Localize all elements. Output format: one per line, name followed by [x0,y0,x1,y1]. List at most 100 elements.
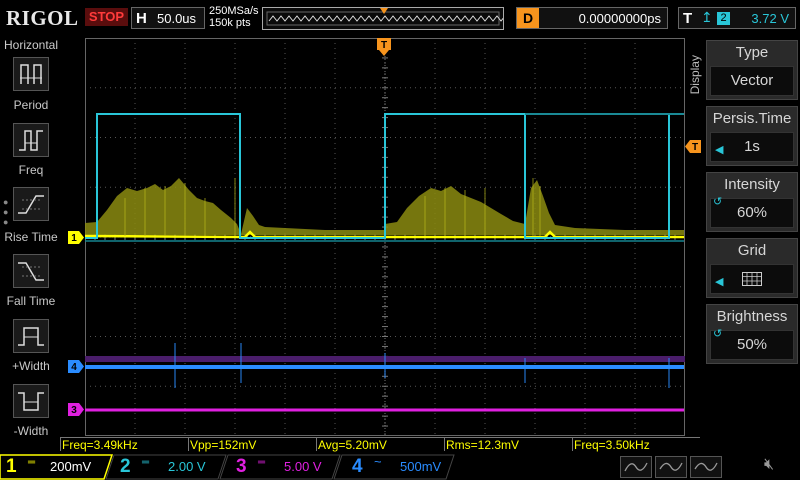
waveform-display[interactable] [85,38,685,436]
brand-logo: RIGOL [6,6,79,30]
grid-title: Grid [737,242,767,259]
channel-3-button[interactable]: 3 ═ 5.00 V [236,455,336,479]
channel-2-number: 2 [120,456,131,477]
trigger-position-marker[interactable]: T [377,38,391,56]
brightness-softkey[interactable]: Brightness 50% ↺ [706,304,798,364]
math-button[interactable] [620,456,652,478]
brightness-title: Brightness [716,308,788,325]
left-triangle-icon: ◀ [715,144,724,156]
period-label: Period [13,98,49,112]
pos-width-icon [18,327,44,346]
channel-1-scale: 200mV [50,459,92,474]
fall-time-label: Fall Time [6,294,56,308]
freq-label: Freq [18,163,44,177]
channel-2-button[interactable]: 2 ═ 2.00 V [120,455,220,479]
fall-time-button[interactable] [13,254,49,288]
dc-coupling-icon: ═ [258,457,266,468]
decode-button[interactable] [690,456,722,478]
trigger-label: T [683,10,693,27]
acquisition-info: 250MSa/s 150k pts [209,5,259,29]
trigger-level-marker[interactable]: T [685,140,701,153]
waveform-overview[interactable] [262,7,510,30]
svg-text:1: 1 [71,233,77,244]
sound-muted-icon[interactable]: 🔇︎ [764,456,774,474]
intensity-softkey[interactable]: Intensity 60% ↺ [706,172,798,232]
left-triangle-icon: ◀ [715,276,724,288]
horizontal-timebase-box[interactable]: H 50.0us [131,7,205,29]
channel-3-number: 3 [236,456,247,477]
rising-edge-icon: ↥ [701,9,713,25]
intensity-title: Intensity [724,176,780,193]
neg-width-label: -Width [13,424,49,438]
freq-button[interactable] [13,123,49,157]
decode-wave-icon [694,462,718,471]
display-type-value: Vector [710,66,794,96]
channel-4-number: 4 [352,456,363,477]
channel-1-number: 1 [6,456,17,477]
freq-icon [19,130,43,151]
horizontal-label: H [136,10,147,27]
channel-3-scale: 5.00 V [284,459,322,474]
measurement-item[interactable]: Freq=3.50kHz [572,437,700,452]
sample-rate: 250MSa/s [209,5,259,17]
persistence-time-title: Persis.Time [712,110,792,127]
full-grid-icon [742,272,762,287]
brightness-value: 50% [710,330,794,360]
timebase-value: 50.0us [157,11,197,26]
display-type-title: Type [735,44,769,61]
measure-menu: Horizontal Period Freq ● ● ● Rise Time Fal… [0,37,62,438]
menu-page-dots: ● ● ● [3,197,9,227]
ch1-ground-marker[interactable]: 1 [68,231,84,244]
ref-button[interactable] [655,456,687,478]
pos-width-label: +Width [12,359,50,373]
top-status-bar: RIGOL STOP H 50.0us 250MSa/s 150k pts D … [0,0,800,37]
trigger-source: 2 [717,12,730,25]
measurement-item[interactable]: Freq=3.49kHz [60,437,188,452]
persistence-time-softkey[interactable]: Persis.Time 1s ◀ [706,106,798,166]
measurement-bar: Freq=3.49kHz Vpp=152mV Avg=5.20mV Rms=12… [60,437,700,452]
delay-label: D [517,8,539,28]
rotary-knob-icon: ↺ [713,196,723,208]
rise-time-label: Rise Time [4,230,58,244]
measurement-item[interactable]: Avg=5.20mV [316,437,444,452]
grid-softkey[interactable]: Grid ◀ [706,238,798,298]
svg-text:4: 4 [71,362,77,373]
channel-2-scale: 2.00 V [168,459,206,474]
measurement-item[interactable]: Vpp=152mV [188,437,316,452]
delay-box[interactable]: D 0.00000000ps [516,7,668,29]
channel-4-button[interactable]: 4 ~ 500mV [352,455,452,479]
period-icon [20,64,42,84]
rotary-knob-icon: ↺ [713,328,723,340]
ref-wave-icon [659,462,683,471]
measurement-item[interactable]: Rms=12.3mV [444,437,572,452]
dc-coupling-icon: ═ [142,457,150,468]
rise-time-button[interactable] [13,187,49,221]
math-wave-icon [624,462,648,472]
ch4-ground-marker[interactable]: 4 [68,360,84,373]
neg-width-button[interactable] [13,384,49,418]
pos-width-button[interactable] [13,319,49,353]
waveform-overview-graphic [266,8,510,26]
delay-value: 0.00000000ps [578,11,661,26]
trigger-box[interactable]: T ↥ 2 3.72 V [678,7,796,29]
trigger-position-label: T [381,40,387,51]
trigger-level: 3.72 V [751,11,789,26]
display-type-softkey[interactable]: Type Vector [706,40,798,100]
channel-1-button[interactable]: 1 ═ 200mV [6,455,106,479]
display-menu-tab[interactable]: Display [688,55,704,94]
overview-trigger-marker [380,8,388,14]
ch3-ground-marker[interactable]: 3 [68,403,84,416]
svg-text:3: 3 [71,405,77,416]
neg-width-icon [18,392,44,411]
intensity-value: 60% [710,198,794,228]
period-button[interactable] [13,57,49,91]
memory-depth: 150k pts [209,17,251,29]
channel-4-scale: 500mV [400,459,442,474]
measure-menu-title: Horizontal [3,38,59,52]
run-stop-status[interactable]: STOP [85,8,128,26]
waveform-svg [85,38,685,436]
dc-coupling-icon: ═ [28,457,36,468]
ac-coupling-icon: ~ [374,454,382,469]
trigger-level-marker-label: T [692,142,698,153]
fall-time-icon [18,262,44,281]
